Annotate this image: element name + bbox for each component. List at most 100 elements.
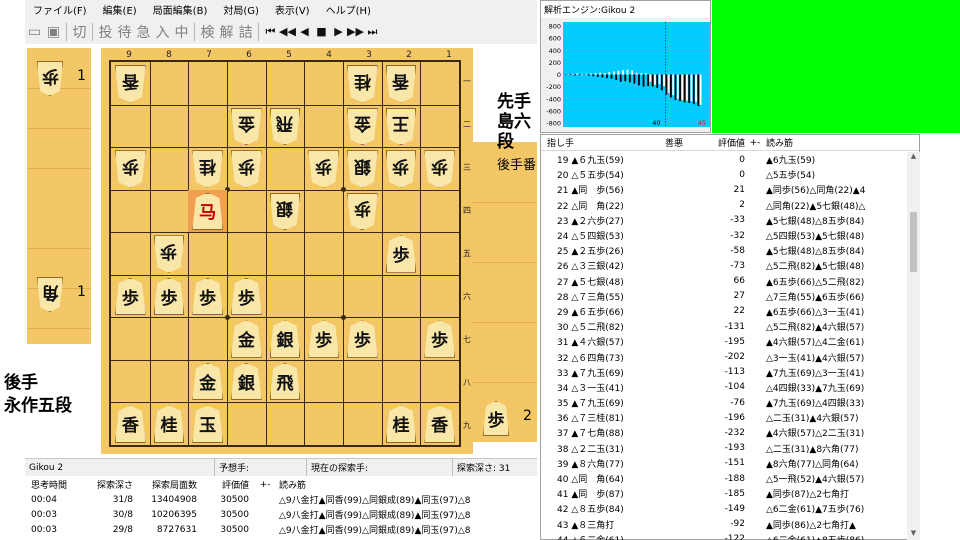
kifu-row[interactable]: 21 ▲同 歩(56) 21 ▲同歩(56)△同角(22)▲4	[541, 182, 906, 197]
kifu-row[interactable]: 38 △２二玉(31) -193 △二玉(31)▲8六角(77)	[541, 441, 906, 456]
kifu-row[interactable]: 39 ▲８六角(77) -151 ▲8六角(77)△同角(64)	[541, 456, 906, 471]
piece-gote[interactable]: 歩	[304, 147, 343, 190]
piece-gote[interactable]: 金	[227, 105, 266, 148]
piece-gote[interactable]: 歩	[382, 147, 421, 190]
first-move-icon[interactable]: ⏮	[262, 21, 279, 42]
kifu-row[interactable]: 44 △６二金(61) -122 △6二金(61)▲8五歩(86)	[541, 532, 906, 540]
gote-hand-piece[interactable]: 歩	[33, 58, 67, 98]
toolbar-button-4[interactable]: 入	[153, 21, 172, 42]
kifu-row[interactable]: 43 ▲８三角打 -92 ▲同歩(86)△2七角打▲	[541, 517, 906, 532]
piece-gote[interactable]: 歩	[420, 147, 459, 190]
kifu-row[interactable]: 24 △５四銀(53) -32 △5四銀(53)▲5七銀(48)	[541, 228, 906, 243]
toolbar-button-7[interactable]: 解	[217, 21, 236, 42]
stop-icon[interactable]: ■	[313, 21, 330, 42]
thinking-row[interactable]: 00:03 30/8 10206395 30500 △9八金打▲同香(99)△同銀成(8…	[25, 507, 537, 522]
kifu-row[interactable]: 28 △７三角(55) 27 △7三角(55)▲6五歩(66)	[541, 289, 906, 304]
kifu-row[interactable]: 31 ▲４六銀(57) -195 ▲4六銀(57)△4二金(61)	[541, 334, 906, 349]
toolbar-button-5[interactable]: 中	[172, 21, 191, 42]
open-file-icon[interactable]: ▭	[25, 21, 44, 42]
back-icon[interactable]: ◀	[296, 21, 313, 42]
piece-sente[interactable]: 歩	[111, 275, 150, 318]
kifu-row[interactable]: 41 ▲同 歩(87) -185 ▲同歩(87)△2七角打	[541, 486, 906, 501]
kifu-row[interactable]: 40 △同 角(64) -188 △5一飛(52)▲4六銀(57)	[541, 471, 906, 486]
board-grid[interactable]: 香桂香金飛金王歩桂歩歩銀歩歩马銀歩歩歩歩歩歩歩金銀歩歩歩金銀飛香桂玉桂香	[109, 60, 461, 447]
toolbar-button-6[interactable]: 検	[198, 21, 217, 42]
menu-item-3[interactable]: 対局(G)	[215, 2, 267, 17]
kifu-row[interactable]: 34 △３一玉(41) -104 △4四銀(33)▲7九玉(69)	[541, 380, 906, 395]
piece-sente[interactable]: 飛	[266, 360, 305, 403]
menu-item-5[interactable]: ヘルプ(H)	[318, 2, 379, 17]
thinking-row[interactable]: 00:03 29/8 8727631 30500 △9八金打▲同香(99)△同銀成(89…	[25, 522, 537, 537]
piece-gote[interactable]: 桂	[343, 62, 382, 105]
toolbar-button-8[interactable]: 詰	[236, 21, 255, 42]
piece-sente[interactable]: 歩	[420, 317, 459, 360]
kifu-list[interactable]: 19 ▲６九玉(59) 0 ▲6九玉(59) 20 △５五歩(54) 0 △5五歩(54)…	[541, 152, 906, 540]
toolbar-button-0[interactable]: 切	[70, 21, 89, 42]
piece-gote[interactable]: 銀	[266, 190, 305, 233]
menu-item-1[interactable]: 編集(E)	[95, 2, 145, 17]
piece-sente[interactable]: 马	[188, 189, 227, 233]
kifu-row[interactable]: 26 △３三銀(42) -73 △5二飛(82)▲5七銀(48)	[541, 258, 906, 273]
piece-gote[interactable]: 香	[382, 62, 421, 105]
piece-gote[interactable]: 香	[111, 62, 150, 105]
kifu-row[interactable]: 25 ▲２五歩(26) -58 ▲5七銀(48)△8五歩(84)	[541, 243, 906, 258]
piece-sente[interactable]: 歩	[150, 275, 189, 318]
piece-gote[interactable]: 王	[382, 105, 421, 148]
kifu-row[interactable]: 42 △８五歩(84) -149 △6二金(61)▲7五歩(76)	[541, 501, 906, 516]
piece-sente[interactable]: 歩	[343, 317, 382, 360]
piece-gote[interactable]: 金	[343, 105, 382, 148]
menu-item-2[interactable]: 局面編集(B)	[145, 2, 216, 17]
sente-hand-piece[interactable]: 歩	[479, 398, 513, 438]
toolbar-button-1[interactable]: 投	[96, 21, 115, 42]
kifu-row[interactable]: 37 ▲７七角(88) -232 ▲4六銀(57)△2二玉(31)	[541, 425, 906, 440]
kifu-row[interactable]: 36 △７三桂(81) -196 △二玉(31)▲4六銀(57)	[541, 410, 906, 425]
gote-hand-piece[interactable]: 角	[33, 274, 67, 314]
save-file-icon[interactable]: ▣	[44, 21, 63, 42]
piece-sente[interactable]: 銀	[266, 317, 305, 360]
toolbar-button-3[interactable]: 急	[134, 21, 153, 42]
menu-item-0[interactable]: ファイル(F)	[25, 2, 95, 17]
evaluation-graph[interactable]: 800 600 400 200 0 -200 -400 -600 -800 40 45	[541, 18, 712, 133]
kifu-row[interactable]: 22 △同 角(22) 2 △同角(22)▲5七銀(48)△	[541, 198, 906, 213]
kifu-row[interactable]: 19 ▲６九玉(59) 0 ▲6九玉(59)	[541, 152, 906, 167]
piece-sente[interactable]: 桂	[382, 402, 421, 445]
piece-sente[interactable]: 歩	[382, 232, 421, 275]
piece-sente[interactable]: 香	[111, 402, 150, 445]
kifu-row[interactable]: 20 △５五歩(54) 0 △5五歩(54)	[541, 167, 906, 182]
scroll-down-icon[interactable]: ▼	[907, 529, 920, 540]
forward-10-icon[interactable]: ▶▶	[347, 21, 364, 42]
menu-item-4[interactable]: 表示(V)	[267, 2, 318, 17]
piece-sente[interactable]: 銀	[227, 360, 266, 403]
piece-glyph: 歩	[237, 155, 255, 176]
kifu-row[interactable]: 35 ▲７九玉(69) -76 ▲7九玉(69)△4四銀(33)	[541, 395, 906, 410]
toolbar-button-2[interactable]: 待	[115, 21, 134, 42]
piece-sente[interactable]: 歩	[304, 317, 343, 360]
thinking-row[interactable]: 00:04 31/8 13404908 30500 △9八金打▲同香(99)△同銀成(8…	[25, 492, 537, 507]
piece-sente[interactable]: 玉	[188, 402, 227, 445]
kifu-row[interactable]: 27 ▲５七銀(48) 66 ▲6五歩(66)△5二飛(82)	[541, 274, 906, 289]
piece-sente[interactable]: 歩	[188, 275, 227, 318]
kifu-row[interactable]: 33 ▲７九玉(69) -113 ▲7九玉(69)△3一玉(41)	[541, 365, 906, 380]
kifu-row[interactable]: 29 ▲６五歩(66) 22 ▲6五歩(66)△3一玉(41)	[541, 304, 906, 319]
piece-sente[interactable]: 歩	[227, 275, 266, 318]
piece-gote[interactable]: 桂	[188, 147, 227, 190]
kifu-row[interactable]: 23 ▲２六歩(27) -33 ▲5七銀(48)△8五歩(84)	[541, 213, 906, 228]
piece-gote[interactable]: 歩	[343, 190, 382, 233]
piece-gote[interactable]: 歩	[227, 147, 266, 190]
piece-gote[interactable]: 銀	[343, 147, 382, 190]
piece-gote[interactable]: 歩	[111, 147, 150, 190]
last-move-icon[interactable]: ⏭	[364, 21, 381, 42]
kifu-row[interactable]: 32 △６四角(73) -202 △3一玉(41)▲4六銀(57)	[541, 349, 906, 364]
piece-gote[interactable]: 飛	[266, 105, 305, 148]
scroll-thumb[interactable]	[910, 212, 917, 272]
piece-sente[interactable]: 金	[227, 317, 266, 360]
kifu-scrollbar[interactable]: ▲ ▼	[907, 152, 920, 540]
forward-icon[interactable]: ▶	[330, 21, 347, 42]
scroll-up-icon[interactable]: ▲	[907, 152, 920, 164]
piece-sente[interactable]: 香	[420, 402, 459, 445]
piece-gote[interactable]: 歩	[150, 232, 189, 275]
kifu-row[interactable]: 30 △５二飛(82) -131 △5二飛(82)▲4六銀(57)	[541, 319, 906, 334]
back-10-icon[interactable]: ◀◀	[279, 21, 296, 42]
piece-sente[interactable]: 金	[188, 360, 227, 403]
piece-sente[interactable]: 桂	[150, 402, 189, 445]
